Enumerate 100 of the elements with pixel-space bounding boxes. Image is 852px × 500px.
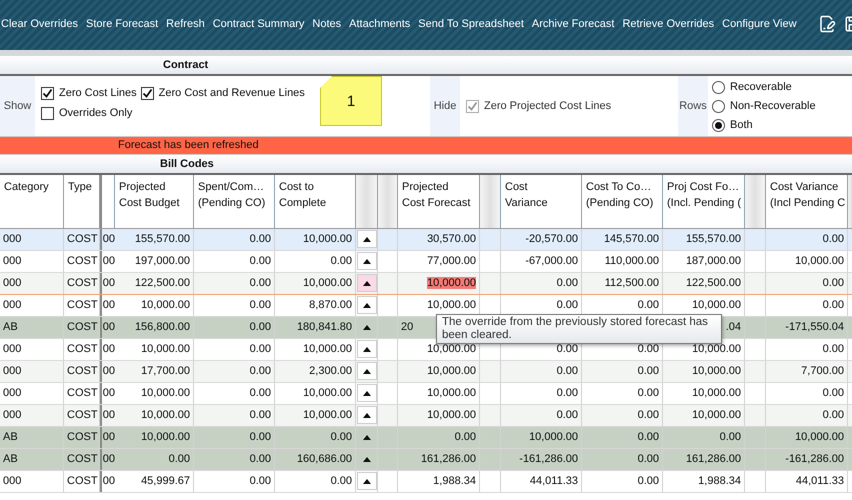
expand-button[interactable] bbox=[356, 296, 376, 314]
expand-button[interactable] bbox=[356, 230, 376, 248]
toolbar-link[interactable]: Retrieve Overrides bbox=[622, 18, 714, 30]
radio-button[interactable] bbox=[712, 80, 725, 94]
table-cell: 000 bbox=[3, 409, 22, 421]
table-cell: 0.00 bbox=[556, 387, 578, 399]
table-cell: 0.00 bbox=[638, 387, 659, 399]
radio-option[interactable]: Both bbox=[712, 116, 816, 134]
table-cell: 00 bbox=[102, 475, 115, 487]
table-row[interactable]: AB COST 00 0.00 0.00 160,686.00 161,286.00 -161,286.00 0.00 161,286.00 -161,286.00 bbox=[0, 449, 852, 471]
table-cell: 0.00 bbox=[250, 299, 271, 311]
table-cell: COST bbox=[67, 343, 98, 355]
expand-button[interactable] bbox=[356, 384, 376, 402]
expand-button[interactable] bbox=[356, 406, 376, 424]
table-cell: 00 bbox=[102, 453, 115, 465]
table-cell: COST bbox=[67, 277, 98, 289]
checkbox-option[interactable]: Zero Cost Lines bbox=[41, 84, 137, 102]
table-cell: -67,000.00 bbox=[525, 255, 578, 267]
radio-option[interactable]: Non-Recoverable bbox=[712, 97, 816, 115]
table-cell: -171,550.04 bbox=[785, 321, 844, 333]
filter-label: Rows bbox=[678, 76, 708, 136]
section-title: Bill Codes bbox=[160, 158, 214, 170]
expand-button[interactable] bbox=[356, 340, 376, 358]
table-cell: 10,000.00 bbox=[692, 409, 741, 421]
table-cell: 112,500.00 bbox=[604, 277, 659, 289]
table-row[interactable]: 000 COST 00 45,999.67 0.00 0.00 1,988.34 44,011.33 0.00 1,988.34 44,011.33 bbox=[0, 471, 852, 493]
table-cell: 10,000.00 bbox=[427, 277, 476, 289]
table-cell: 10,000.00 bbox=[692, 343, 741, 355]
radio-button[interactable] bbox=[712, 118, 725, 132]
table-cell: 10,000.00 bbox=[303, 277, 352, 289]
expand-button[interactable] bbox=[356, 472, 376, 490]
table-cell: 00 bbox=[102, 387, 115, 399]
column-header[interactable] bbox=[100, 175, 115, 228]
table-cell: 0.00 bbox=[556, 277, 578, 289]
table-cell: 0.00 bbox=[822, 387, 844, 399]
checkmark-icon bbox=[42, 88, 53, 98]
table-cell: 122,500.00 bbox=[686, 277, 741, 289]
table-cell: 0.00 bbox=[822, 409, 844, 421]
toolbar-link[interactable]: Send To Spreadsheet bbox=[418, 18, 524, 30]
table-row[interactable]: 000 COST 00 155,570.00 0.00 10,000.00 30,570.00 -20,570.00 145,570.00 155,570.00 0.00 bbox=[0, 229, 852, 251]
toolbar-link[interactable]: Configure View bbox=[722, 18, 797, 30]
table-row[interactable]: 000 COST 00 17,700.00 0.00 2,300.00 10,000.00 0.00 0.00 10,000.00 7,700.00 bbox=[0, 361, 852, 383]
table-row[interactable]: 000 COST 00 197,000.00 0.00 0.00 77,000.00 -67,000.00 110,000.00 187,000.00 10,000.00 bbox=[0, 251, 852, 273]
table-cell: -161,286.00 bbox=[785, 453, 844, 465]
table-cell: 160,686.00 bbox=[296, 453, 352, 465]
table-row[interactable]: AB COST 00 10,000.00 0.00 0.00 0.00 10,000.00 0.00 0.00 10,000.00 bbox=[0, 427, 852, 449]
table-row[interactable]: 000 COST 00 10,000.00 0.00 8,870.00 10,000.00 0.00 0.00 10,000.00 0.00 bbox=[0, 295, 852, 317]
toolbar-link[interactable]: Archive Forecast bbox=[532, 18, 614, 30]
checkbox-option[interactable]: Zero Cost and Revenue Lines bbox=[140, 84, 305, 102]
table-cell: 180,841.80 bbox=[296, 321, 352, 333]
toolbar-link[interactable]: Store Forecast bbox=[86, 18, 158, 30]
table-cell: 0.00 bbox=[330, 255, 352, 267]
table-cell: 156,800.00 bbox=[134, 321, 190, 333]
expand-button[interactable] bbox=[356, 252, 376, 270]
table-cell: 00 bbox=[102, 409, 115, 421]
table-cell: 00 bbox=[102, 365, 115, 377]
checkmark-icon bbox=[142, 88, 153, 98]
table-cell: 155,570.00 bbox=[134, 233, 190, 245]
toolbar-link[interactable]: Attachments bbox=[349, 18, 410, 30]
table-cell: 0.00 bbox=[822, 299, 844, 311]
table-cell: 0.00 bbox=[250, 431, 271, 443]
table-cell: 0.00 bbox=[556, 299, 578, 311]
toolbar-link[interactable]: Notes bbox=[312, 18, 342, 30]
table-cell: 0.00 bbox=[556, 409, 578, 421]
table-cell: 0.00 bbox=[822, 343, 844, 355]
caret-up-icon bbox=[362, 456, 370, 462]
caret-up-icon bbox=[362, 368, 370, 374]
table-cell: 0.00 bbox=[638, 365, 659, 377]
checkbox[interactable] bbox=[140, 86, 154, 100]
table-cell: 187,000.00 bbox=[686, 255, 741, 267]
table-cell: 00 bbox=[102, 233, 115, 245]
caret-up-icon bbox=[362, 390, 370, 396]
checkbox[interactable] bbox=[41, 106, 54, 120]
table-cell: 0.00 bbox=[638, 299, 659, 311]
table-row[interactable]: 000 COST 00 10,000.00 0.00 10,000.00 10,000.00 0.00 0.00 10,000.00 0.00 bbox=[0, 339, 852, 361]
checkbox[interactable] bbox=[41, 86, 54, 100]
table-row[interactable]: 000 COST 00 122,500.00 0.00 10,000.00 10,000.00 0.00 112,500.00 122,500.00 0.00 bbox=[0, 273, 852, 295]
sticky-note[interactable]: 1 bbox=[320, 76, 382, 126]
table-cell: 77,000.00 bbox=[427, 255, 476, 267]
table-cell: 10,000.00 bbox=[141, 387, 190, 399]
tooltip: The override from the previously stored forecast has been cleared. bbox=[436, 314, 722, 344]
radio-option[interactable]: Recoverable bbox=[712, 78, 816, 96]
caret-up-icon bbox=[362, 346, 370, 352]
expand-button[interactable] bbox=[356, 362, 376, 380]
table-cell: 10,000.00 bbox=[692, 387, 741, 399]
table-cell: 00 bbox=[102, 431, 115, 443]
table-cell: 000 bbox=[3, 365, 22, 377]
radio-button[interactable] bbox=[712, 100, 725, 112]
table-row[interactable]: 000 COST 00 10,000.00 0.00 10,000.00 10,000.00 0.00 0.00 10,000.00 0.00 bbox=[0, 405, 852, 427]
toolbar-link[interactable]: Refresh bbox=[166, 18, 205, 30]
table-cell: 10,000.00 bbox=[427, 343, 476, 355]
table-cell: 000 bbox=[3, 255, 22, 267]
toolbar-link[interactable]: Contract Summary bbox=[212, 18, 304, 30]
toolbar-link[interactable]: Clear Overrides bbox=[1, 18, 78, 30]
edit-document-icon[interactable] bbox=[818, 15, 836, 33]
section-title: Contract bbox=[163, 59, 208, 71]
table-row[interactable]: 000 COST 00 10,000.00 0.00 10,000.00 10,000.00 0.00 0.00 10,000.00 0.00 bbox=[0, 383, 852, 405]
expand-button[interactable] bbox=[356, 274, 376, 292]
checkbox-option[interactable]: Overrides Only bbox=[41, 104, 132, 122]
table-cell: AB bbox=[3, 453, 18, 465]
